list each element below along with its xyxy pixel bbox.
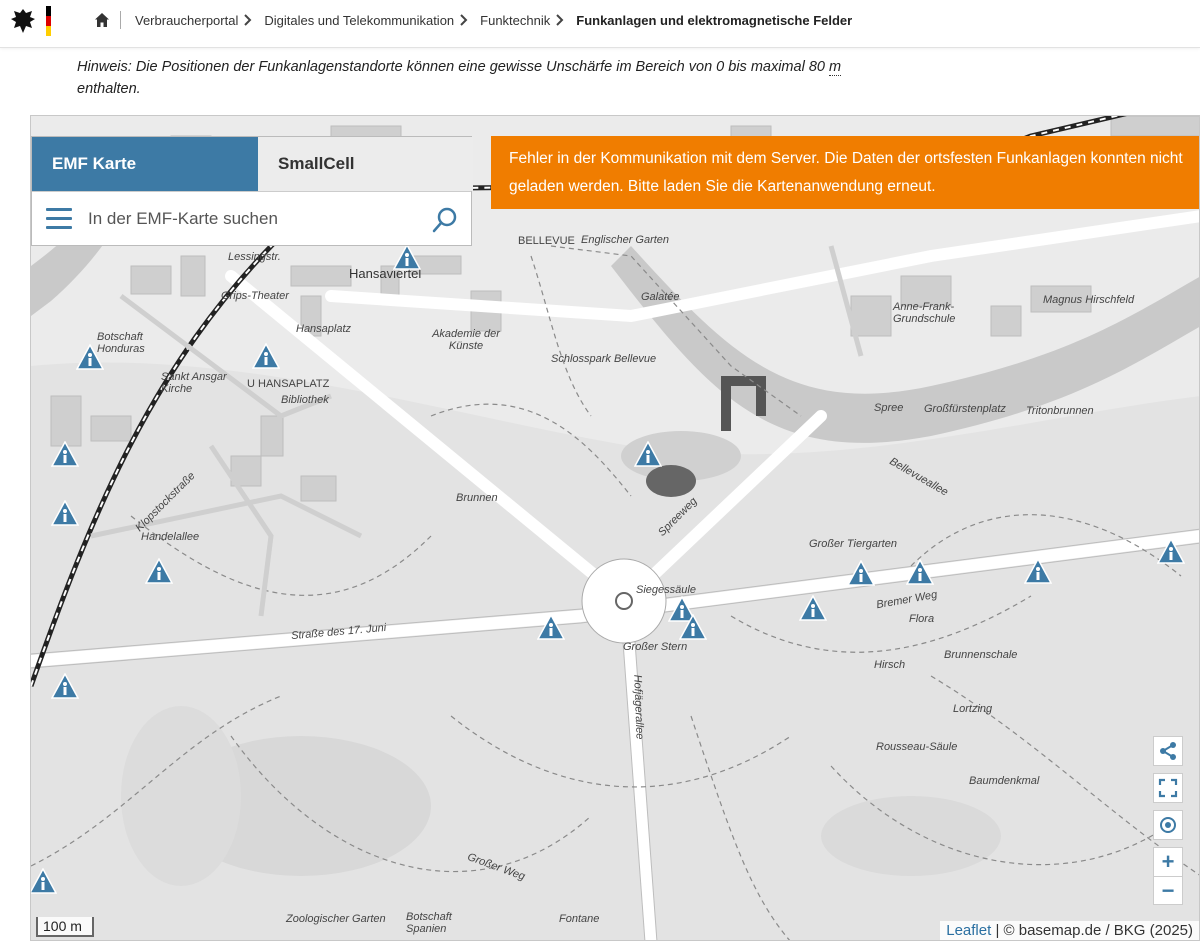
map-label: Großer Stern <box>623 641 688 653</box>
map-label: Hirsch <box>874 659 906 671</box>
map-attribution: Leaflet | © basemap.de / BKG (2025) <box>940 921 1199 940</box>
leaflet-link[interactable]: Leaflet <box>946 922 991 939</box>
map-controls: + − <box>1153 736 1183 905</box>
map-label: Rousseau-Säule <box>876 741 958 753</box>
chevron-right-icon <box>460 14 468 26</box>
map-label: Handelallee <box>141 531 200 543</box>
map-label: Botschaft Spanien <box>406 911 452 935</box>
transmitter-marker-icon[interactable] <box>679 614 707 640</box>
chevron-right-icon <box>244 14 252 26</box>
hint-text-end: enthalten. <box>77 81 141 97</box>
map-label: Zoologischer Garten <box>286 913 386 925</box>
flag-gold <box>46 26 51 36</box>
share-icon <box>1160 742 1176 760</box>
map-label: Botschaft Honduras <box>97 331 145 355</box>
search-row <box>32 191 471 245</box>
map-search-panel: EMF Karte SmallCell <box>31 136 473 246</box>
locate-button[interactable] <box>1153 810 1183 840</box>
map-label: Spree <box>874 402 904 414</box>
transmitter-marker-icon[interactable] <box>145 558 173 584</box>
flag-black <box>46 6 51 16</box>
map-label: Großer Tiergarten <box>809 538 897 550</box>
map-scale: 100 m <box>36 917 94 937</box>
chevron-right-icon <box>556 14 564 26</box>
map-label: U HANSAPLATZ <box>247 378 330 390</box>
transmitter-marker-icon[interactable] <box>799 595 827 621</box>
emf-map[interactable]: Hansaviertel Akademie der Künste Schloss… <box>30 115 1200 941</box>
breadcrumb-digitales[interactable]: Digitales und Telekommunikation <box>264 13 454 28</box>
transmitter-marker-icon[interactable] <box>51 441 79 467</box>
map-label: Bibliothek <box>281 394 329 406</box>
map-label: Grips-Theater <box>221 290 289 302</box>
federal-eagle-logo <box>11 9 35 33</box>
map-label: Magnus Hirschfeld <box>1043 294 1135 306</box>
breadcrumb-current: Funkanlagen und elektromagnetische Felde… <box>576 12 853 28</box>
breadcrumb-separator-bar <box>120 11 121 29</box>
map-label: Schlosspark Bellevue <box>551 353 657 365</box>
locate-icon <box>1160 817 1176 833</box>
map-label: Galatée <box>641 291 680 303</box>
tab-smallcell[interactable]: SmallCell <box>258 137 473 191</box>
hint-text: Hinweis: Die Positionen der Funkanlagens… <box>77 59 829 75</box>
breadcrumb: Verbraucherportal Digitales und Telekomm… <box>94 0 852 40</box>
share-button[interactable] <box>1153 736 1183 766</box>
transmitter-marker-icon[interactable] <box>252 343 280 369</box>
map-label: Englischer Garten <box>581 234 670 246</box>
map-tabs: EMF Karte SmallCell <box>32 137 473 191</box>
transmitter-marker-icon[interactable] <box>1024 558 1052 584</box>
breadcrumb-funktechnik[interactable]: Funktechnik <box>480 13 550 28</box>
map-label: Lortzing <box>953 703 993 715</box>
home-icon[interactable] <box>94 12 110 28</box>
transmitter-marker-icon[interactable] <box>1157 538 1185 564</box>
map-label: Anne-Frank-Grundschule <box>893 301 956 325</box>
map-label: Siegessäule <box>636 584 696 596</box>
flag-red <box>46 16 51 26</box>
transmitter-marker-icon[interactable] <box>76 344 104 370</box>
transmitter-marker-icon[interactable] <box>537 614 565 640</box>
transmitter-marker-icon[interactable] <box>906 559 934 585</box>
transmitter-marker-icon[interactable] <box>51 673 79 699</box>
search-icon[interactable] <box>431 206 459 234</box>
map-label: Großfürstenplatz <box>924 403 1006 415</box>
transmitter-marker-icon[interactable] <box>51 500 79 526</box>
map-label: Brunnen <box>456 492 498 504</box>
map-label: Baumdenkmal <box>969 775 1040 787</box>
fullscreen-button[interactable] <box>1153 773 1183 803</box>
tab-emf-karte[interactable]: EMF Karte <box>32 137 258 191</box>
map-label: BELLEVUE <box>518 235 575 247</box>
map-label: Lessingstr. <box>228 251 281 263</box>
transmitter-marker-icon[interactable] <box>634 441 662 467</box>
map-label: Hansaplatz <box>296 323 352 335</box>
map-label: Sankt Ansgar Kirche <box>161 371 227 395</box>
transmitter-marker-icon[interactable] <box>30 868 57 894</box>
search-input[interactable] <box>88 202 418 236</box>
map-label: Brunnenschale <box>944 649 1018 661</box>
zoom-in-button[interactable]: + <box>1154 848 1182 876</box>
zoom-control: + − <box>1153 847 1183 905</box>
zoom-out-button[interactable]: − <box>1154 876 1182 904</box>
map-label: Flora <box>909 613 935 625</box>
map-label: Hofjägerallee <box>631 674 646 740</box>
transmitter-marker-icon[interactable] <box>847 560 875 586</box>
server-error-banner: Fehler in der Kommunikation mit dem Serv… <box>491 136 1199 209</box>
map-label: Fontane <box>559 913 600 925</box>
hint-unit-meter: m <box>828 59 842 76</box>
transmitter-marker-icon[interactable] <box>393 244 421 270</box>
menu-icon[interactable] <box>46 208 72 230</box>
attribution-text: | © basemap.de / BKG (2025) <box>991 922 1193 939</box>
german-flag-bar <box>46 6 51 36</box>
position-hint: Hinweis: Die Positionen der Funkanlagens… <box>77 56 897 100</box>
map-label: Akademie der Künste <box>432 328 500 352</box>
top-header: Verbraucherportal Digitales und Telekomm… <box>0 0 1200 48</box>
map-label: Tritonbrunnen <box>1026 405 1094 417</box>
fullscreen-icon <box>1158 778 1178 798</box>
breadcrumb-verbraucherportal[interactable]: Verbraucherportal <box>135 13 238 28</box>
